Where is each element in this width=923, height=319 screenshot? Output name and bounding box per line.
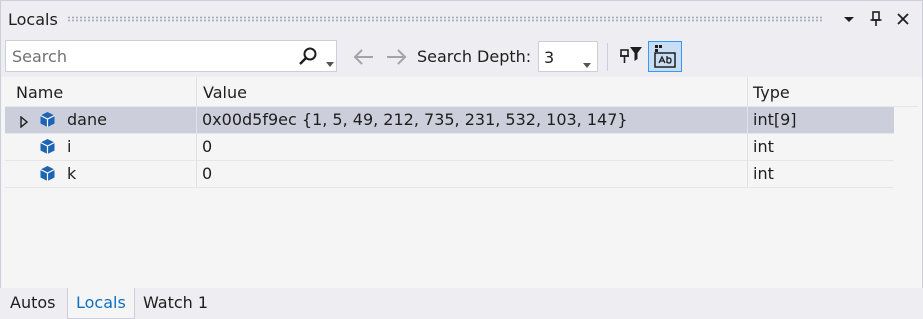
toolbar-separator <box>607 43 608 71</box>
variable-name: dane <box>67 110 107 129</box>
column-divider[interactable] <box>196 77 197 106</box>
panel-title: Locals <box>8 10 58 29</box>
variable-icon <box>39 138 56 159</box>
cell-divider <box>196 107 197 133</box>
search-box <box>5 40 337 72</box>
cell-divider <box>196 161 197 187</box>
column-header-value[interactable]: Value <box>203 83 247 102</box>
search-options-dropdown-icon[interactable] <box>325 53 335 72</box>
variable-icon <box>39 111 56 132</box>
tab-watch-1[interactable]: Watch 1 <box>135 288 216 319</box>
variable-value[interactable]: 0 <box>202 164 212 183</box>
tab-locals[interactable]: Locals <box>67 288 135 319</box>
variable-name: k <box>67 164 77 183</box>
title-grip[interactable] <box>67 16 823 22</box>
variable-name: i <box>67 137 72 156</box>
hexadecimal-display-toggle[interactable] <box>648 41 682 72</box>
table-row-dane[interactable]: dane 0x00d5f9ec {1, 5, 49, 212, 735, 231… <box>5 107 894 134</box>
back-arrow-icon[interactable] <box>352 46 376 72</box>
cell-divider <box>747 107 748 133</box>
cell-divider <box>747 161 748 187</box>
bottom-tab-bar: Autos Locals Watch 1 <box>0 288 923 319</box>
search-input[interactable] <box>6 41 292 71</box>
table-row-i[interactable]: i 0 int <box>5 134 894 161</box>
title-bar[interactable]: Locals <box>1 1 922 37</box>
cell-divider <box>747 134 748 160</box>
table-row-k[interactable]: k 0 int <box>5 161 894 188</box>
expand-arrow-icon[interactable] <box>20 113 29 132</box>
grid-header: Name Value Type <box>5 77 918 107</box>
column-header-type[interactable]: Type <box>753 83 790 102</box>
search-icon[interactable] <box>297 46 319 70</box>
variable-type: int <box>753 137 774 156</box>
window-position-dropdown-icon[interactable] <box>839 9 859 29</box>
variable-type: int[9] <box>753 110 797 129</box>
column-divider[interactable] <box>747 77 748 106</box>
search-depth-label: Search Depth: <box>417 47 532 66</box>
close-icon[interactable] <box>893 9 913 29</box>
hex-icon <box>654 45 676 68</box>
chevron-down-icon[interactable] <box>582 54 592 73</box>
search-depth-value: 3 <box>544 48 555 67</box>
variable-value[interactable]: 0x00d5f9ec {1, 5, 49, 212, 735, 231, 532… <box>202 110 628 129</box>
variable-value[interactable]: 0 <box>202 137 212 156</box>
pin-icon[interactable] <box>866 9 886 29</box>
tab-autos[interactable]: Autos <box>2 288 63 319</box>
toolbar: Search Depth: 3 <box>1 37 922 77</box>
cell-divider <box>196 134 197 160</box>
forward-arrow-icon[interactable] <box>384 46 408 72</box>
search-depth-combobox[interactable]: 3 <box>538 41 598 72</box>
column-header-name[interactable]: Name <box>16 83 63 102</box>
locals-grid: Name Value Type dane 0x00d5f9ec {1, 5, 4… <box>5 77 918 286</box>
variable-type: int <box>753 164 774 183</box>
variable-icon <box>39 165 56 186</box>
locals-window: Locals Search Search Depth: 3 Name Value… <box>0 0 923 289</box>
filter-pin-icon[interactable] <box>618 43 644 69</box>
